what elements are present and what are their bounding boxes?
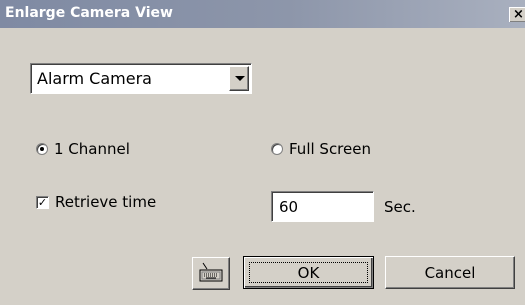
retrieve-time-value: 60 <box>279 198 299 216</box>
keyboard-icon <box>199 262 223 282</box>
keyboard-button[interactable] <box>192 257 230 290</box>
close-icon: × <box>513 7 524 22</box>
camera-dropdown-value: Alarm Camera <box>37 69 152 88</box>
ok-button[interactable]: OK <box>243 256 374 289</box>
ok-button-label: OK <box>297 264 320 282</box>
dropdown-arrow-button[interactable] <box>229 66 249 91</box>
cancel-button[interactable]: Cancel <box>385 256 515 289</box>
retrieve-time-checkbox[interactable]: ✓ Retrieve time <box>36 193 156 211</box>
close-button[interactable]: × <box>509 7 525 22</box>
retrieve-time-label: Retrieve time <box>55 193 157 211</box>
seconds-unit-label: Sec. <box>384 198 416 216</box>
cancel-button-label: Cancel <box>424 264 476 282</box>
radio-selected-indicator[interactable] <box>36 143 48 155</box>
radio-unselected-indicator[interactable] <box>271 143 283 155</box>
checkbox-box[interactable]: ✓ <box>36 195 49 209</box>
checkmark-icon: ✓ <box>37 195 48 209</box>
radio-1-channel-label: 1 Channel <box>54 140 130 158</box>
radio-1-channel[interactable]: 1 Channel <box>36 140 130 158</box>
window-title: Enlarge Camera View <box>5 5 173 21</box>
camera-dropdown[interactable]: Alarm Camera <box>30 63 252 94</box>
retrieve-time-input[interactable]: 60 <box>271 191 374 222</box>
radio-full-screen-label: Full Screen <box>289 140 371 158</box>
radio-full-screen[interactable]: Full Screen <box>271 140 371 158</box>
title-bar: Enlarge Camera View <box>0 0 525 28</box>
